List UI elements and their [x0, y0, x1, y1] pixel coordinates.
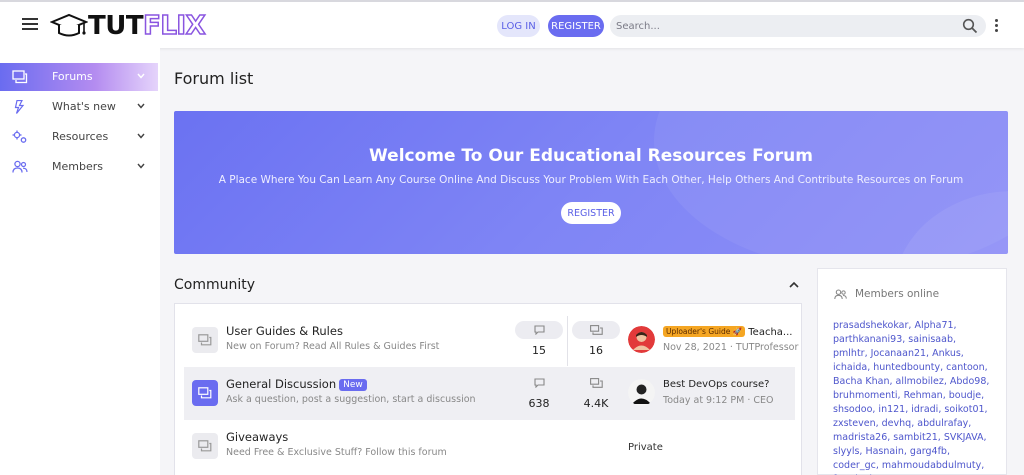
latest-post-title[interactable]: Best DevOps course?	[663, 379, 769, 390]
forum-icon	[192, 380, 218, 406]
banner-title: Welcome To Our Educational Resources For…	[369, 146, 813, 166]
forum-description: Ask a question, post a suggestion, start…	[226, 394, 476, 405]
forum-title-text[interactable]: General Discussion	[226, 377, 336, 391]
search-input[interactable]	[610, 15, 986, 37]
logo-text-tut: TUT	[88, 11, 144, 41]
threads-count: 15	[532, 344, 546, 357]
messages-stat: 4.4K	[572, 374, 620, 410]
sidebar-item-label: Forums	[52, 70, 93, 83]
messages-stat: 16	[572, 321, 620, 357]
private-label: Private	[628, 442, 663, 453]
forum-icon	[192, 433, 218, 459]
chevron-down-icon[interactable]	[136, 101, 146, 111]
login-button[interactable]: LOG IN	[497, 15, 540, 37]
messages-icon	[589, 325, 603, 335]
forum-row-general-discussion[interactable]: General Discussion New Ask a question, po…	[184, 367, 795, 420]
chevron-down-icon[interactable]	[136, 131, 146, 141]
forum-title[interactable]: General Discussion New	[226, 377, 367, 391]
menu-icon[interactable]	[22, 18, 38, 30]
threads-count: 638	[528, 397, 550, 410]
search-icon[interactable]	[962, 18, 978, 34]
messages-count: 16	[589, 344, 603, 357]
logo-text-flix: FLIX	[142, 10, 206, 42]
members-online-list[interactable]: prasadshekokar, Alpha71, parthkanani93, …	[833, 319, 993, 475]
members-online-title[interactable]: Members online	[855, 288, 939, 300]
forum-description: New on Forum? Read All Rules & Guides Fi…	[226, 341, 440, 352]
new-badge: New	[339, 379, 367, 391]
threads-icon	[533, 378, 545, 388]
forum-row-user-guides[interactable]: User Guides & Rules New on Forum? Read A…	[184, 314, 799, 367]
sidebar: Forums What's new Resources Members	[0, 48, 160, 475]
register-button[interactable]: REGISTER	[548, 15, 604, 37]
chevron-down-icon[interactable]	[136, 161, 146, 171]
members-online-panel: Members online prasadshekokar, Alpha71, …	[817, 268, 1007, 475]
forum-icon	[192, 327, 218, 353]
messages-count: 4.4K	[583, 397, 609, 410]
sidebar-item-resources[interactable]: Resources	[0, 123, 158, 151]
forum-title[interactable]: User Guides & Rules	[226, 324, 343, 338]
latest-post-meta: Today at 9:12 PM · CEO	[663, 395, 774, 406]
threads-stat: 15	[515, 321, 563, 357]
latest-post[interactable]: Uploader's Guide 🚀 Teacha...	[663, 326, 792, 338]
community-section-title[interactable]: Community	[174, 277, 255, 293]
banner-register-button[interactable]: REGISTER	[561, 202, 621, 224]
top-bar: TUT FLIX LOG IN REGISTER	[0, 0, 1024, 48]
sidebar-item-label: What's new	[52, 100, 116, 113]
latest-post-title[interactable]: Teacha...	[748, 327, 792, 338]
sidebar-item-label: Resources	[52, 130, 109, 143]
site-logo[interactable]: TUT FLIX	[50, 10, 206, 42]
welcome-banner: Welcome To Our Educational Resources For…	[174, 111, 1008, 254]
community-forum-list: User Guides & Rules New on Forum? Read A…	[174, 303, 802, 475]
forum-title[interactable]: Giveaways	[226, 430, 288, 444]
forum-row-giveaways[interactable]: Giveaways Need Free & Exclusive Stuff? F…	[184, 420, 795, 473]
sidebar-item-members[interactable]: Members	[0, 153, 158, 181]
threads-stat: 638	[515, 374, 563, 410]
users-icon	[834, 288, 847, 299]
latest-post-meta: Nov 28, 2021 · TUTProfessor	[663, 342, 799, 353]
avatar[interactable]	[628, 326, 655, 353]
threads-icon	[533, 325, 545, 335]
avatar[interactable]	[628, 379, 655, 406]
chevron-up-icon[interactable]	[788, 280, 800, 290]
more-options-icon[interactable]	[995, 19, 999, 33]
cogs-icon	[12, 130, 27, 143]
graduation-cap-icon	[50, 13, 88, 37]
page-title: Forum list	[174, 69, 254, 88]
users-icon	[12, 160, 28, 173]
sidebar-item-whats-new[interactable]: What's new	[0, 93, 158, 121]
sidebar-item-forums[interactable]: Forums	[0, 63, 158, 91]
messages-icon	[589, 378, 603, 388]
chevron-down-icon[interactable]	[136, 71, 146, 81]
forum-description: Need Free & Exclusive Stuff? Follow this…	[226, 447, 447, 458]
forum-icon	[12, 70, 28, 84]
role-badge: Uploader's Guide 🚀	[663, 326, 746, 337]
banner-subtitle: A Place Where You Can Learn Any Course O…	[218, 174, 964, 186]
lightning-icon	[14, 100, 25, 114]
sidebar-item-label: Members	[52, 160, 103, 173]
stat-divider	[567, 316, 568, 366]
members-online-header: Members online	[834, 288, 939, 300]
